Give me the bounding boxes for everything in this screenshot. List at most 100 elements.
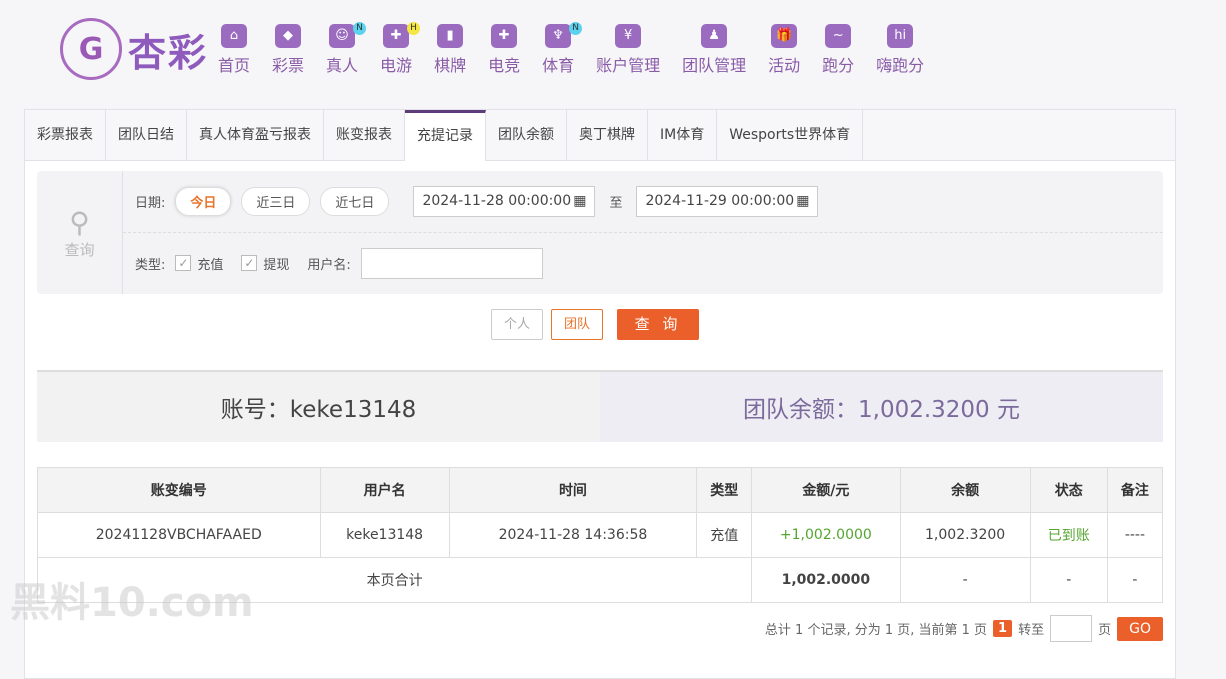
nav-label: 账户管理 [596, 56, 661, 75]
account-summary: 账号：keke13148 [37, 372, 600, 442]
column-header: 备注 [1106, 467, 1164, 513]
search-label: 查询 [64, 240, 95, 259]
report-tabs: 彩票报表 团队日结 真人体育盈亏报表 账变报表 充提记录 团队余额 奥丁棋牌 IM体育 Wesp… [25, 110, 1175, 161]
page-label: 页 [1098, 623, 1112, 638]
total-label: 本页合计 [36, 557, 753, 603]
calendar-icon: ▦ [796, 193, 810, 209]
nav-item[interactable]: ♟ 团队管理 [682, 24, 746, 76]
nav-item[interactable]: 🎁 活动 [768, 24, 800, 76]
type-label: 类型: [135, 257, 166, 273]
filter-panel: ⚲ 查询 日期: 今日 近三日 近七日 2024-11-28 00:00:00 ▦… [37, 171, 1163, 294]
tab[interactable]: 充提记录 [405, 110, 486, 161]
quick-7days[interactable]: 近七日 [320, 187, 390, 216]
nav-item[interactable]: ~ 跑分 [822, 24, 854, 76]
nav-icon: ♆ [545, 24, 572, 48]
pager-info: 总计 1 个记录, 分为 1 页, 当前第 1 页 [764, 623, 988, 638]
nav-item[interactable]: ¥ 账户管理 [596, 24, 660, 76]
nav-badge: H [407, 22, 421, 35]
tab[interactable]: 团队日结 [106, 110, 187, 160]
start-date-input[interactable]: 2024-11-28 00:00:00 ▦ [413, 186, 596, 217]
nav-item[interactable]: ◆ 彩票 [272, 24, 304, 76]
column-header: 金额/元 [751, 467, 901, 513]
nav-item[interactable]: ▮ 棋牌 [434, 24, 466, 76]
header: G 杏彩 ⌂ 首页 ◆ 彩票 ☺ 真人 N ✚ 电游 H ▮ 棋牌 ✚ 电竞 ♆ 体育 N ¥ 账户管理 ♟ 团队管理 🎁… [0, 0, 1226, 100]
table-cell: 已到账 [1029, 512, 1108, 558]
personal-button[interactable]: 个人 [491, 309, 544, 340]
checkbox-label: 充值 [197, 257, 224, 273]
start-date-value: 2024-11-28 00:00:00 [422, 193, 572, 209]
logo[interactable]: G 杏彩 [60, 18, 208, 80]
tab[interactable]: 奥丁棋牌 [567, 110, 648, 160]
nav-icon: ✚ [491, 24, 518, 48]
tab[interactable]: 真人体育盈亏报表 [187, 110, 324, 160]
table-cell: 1,002.3200 [899, 512, 1031, 558]
checkbox-deposit[interactable]: ✓ 充值 [175, 254, 223, 273]
nav-label: 电游 [380, 56, 413, 75]
nav-icon: 🎁 [771, 24, 798, 48]
column-header: 类型 [696, 467, 753, 513]
nav-label: 真人 [326, 56, 359, 75]
calendar-icon: ▦ [573, 193, 587, 209]
column-header: 账变编号 [37, 467, 321, 513]
nav-label: 嗨跑分 [876, 56, 925, 75]
logo-text: 杏彩 [128, 30, 209, 75]
check-icon: ✓ [175, 255, 192, 271]
go-button[interactable]: GO [1117, 616, 1163, 641]
total-balance: - [899, 557, 1031, 603]
nav-label: 团队管理 [682, 56, 747, 75]
nav-icon: ⌂ [221, 24, 247, 48]
goto-page-input[interactable] [1050, 615, 1093, 642]
table-cell: 20241128VBCHAFAAED [37, 512, 321, 558]
tab[interactable]: 账变报表 [324, 110, 405, 160]
nav-label: 电竞 [488, 56, 521, 75]
nav-item[interactable]: ✚ 电竞 [488, 24, 520, 76]
main-nav: ⌂ 首页 ◆ 彩票 ☺ 真人 N ✚ 电游 H ▮ 棋牌 ✚ 电竞 ♆ 体育 N ¥ 账户管理 ♟ 团队管理 🎁 活动 ~ 跑分… [218, 22, 946, 76]
team-button[interactable]: 团队 [551, 309, 604, 340]
end-date-input[interactable]: 2024-11-29 00:00:00 ▦ [636, 186, 819, 217]
quick-today[interactable]: 今日 [175, 187, 232, 216]
tab[interactable]: 团队余额 [486, 110, 567, 160]
nav-item[interactable]: ⌂ 首页 [218, 24, 250, 76]
nav-label: 首页 [218, 56, 251, 75]
table-cell: 充值 [696, 512, 753, 558]
quick-3days[interactable]: 近三日 [241, 187, 311, 216]
tab[interactable]: IM体育 [648, 110, 718, 160]
nav-icon: ~ [825, 24, 852, 48]
pagination: 总计 1 个记录, 分为 1 页, 当前第 1 页 1 转至 页 GO [765, 615, 1163, 642]
nav-item[interactable]: ♆ 体育 N [542, 22, 583, 76]
table-cell: 2024-11-28 14:36:58 [448, 512, 698, 558]
nav-label: 活动 [768, 56, 801, 75]
nav-label: 棋牌 [434, 56, 467, 75]
query-button[interactable]: 查 询 [617, 309, 700, 340]
nav-badge: N [569, 22, 583, 35]
checkbox-withdraw[interactable]: ✓ 提现 [241, 254, 289, 273]
current-page[interactable]: 1 [993, 620, 1013, 637]
checkbox-label: 提现 [263, 257, 290, 273]
table-cell: keke13148 [319, 512, 450, 558]
nav-item[interactable]: ☺ 真人 N [326, 22, 367, 76]
end-date-value: 2024-11-29 00:00:00 [645, 193, 795, 209]
nav-label: 彩票 [272, 56, 305, 75]
search-icon: ⚲ [69, 205, 90, 239]
nav-icon: hi [887, 24, 914, 48]
username-label: 用户名: [307, 257, 351, 273]
column-header: 时间 [448, 467, 698, 513]
logo-icon: G [60, 18, 122, 80]
table-cell: ---- [1106, 512, 1164, 558]
date-label: 日期: [135, 196, 166, 211]
column-header: 状态 [1029, 467, 1108, 513]
tab[interactable]: 彩票报表 [25, 110, 106, 160]
tab[interactable]: Wesports世界体育 [717, 110, 864, 160]
nav-item[interactable]: ✚ 电游 H [380, 22, 421, 76]
summary-bar: 账号：keke13148 团队余额：1,002.3200 元 [37, 370, 1163, 442]
nav-icon: ¥ [615, 24, 642, 48]
records-table: 账变编号 用户名 时间 类型 金额/元 余额 状态 备注 20241128VBCHAFAAED… [36, 467, 1164, 603]
column-header: 余额 [899, 467, 1031, 513]
nav-icon: ✚ [383, 24, 410, 48]
main-panel: 彩票报表 团队日结 真人体育盈亏报表 账变报表 充提记录 团队余额 奥丁棋牌 IM体育 Wesp… [24, 109, 1176, 679]
nav-label: 体育 [542, 56, 575, 75]
nav-icon: ◆ [275, 24, 302, 48]
username-input[interactable] [360, 247, 543, 279]
to-label: 至 [609, 196, 623, 211]
nav-item[interactable]: hi 嗨跑分 [876, 24, 924, 76]
